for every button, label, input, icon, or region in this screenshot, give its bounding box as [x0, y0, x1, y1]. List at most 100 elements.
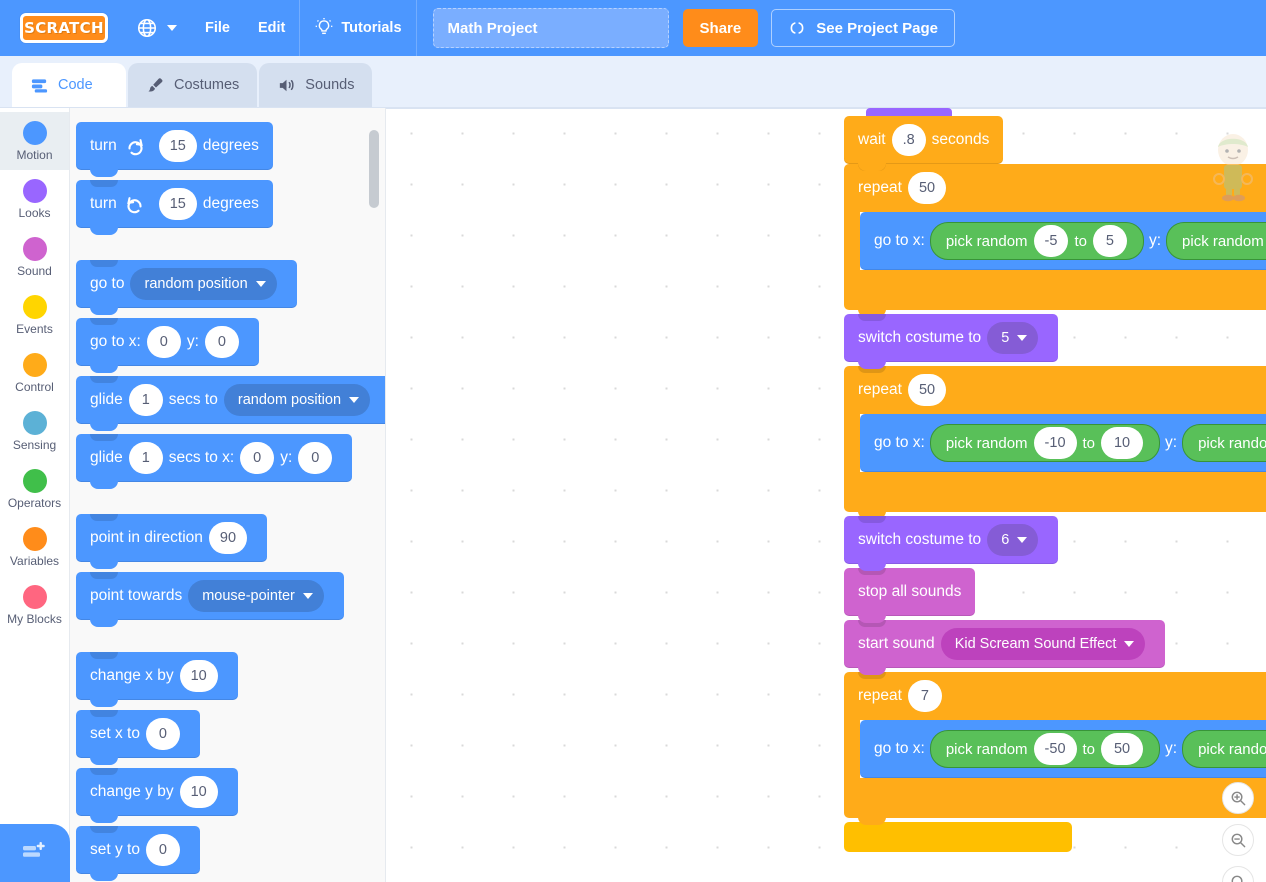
category-operators-label: Operators: [8, 496, 61, 510]
go-to-xy-y-input[interactable]: 0: [205, 326, 239, 358]
repeat-3-count-input[interactable]: 7: [908, 680, 942, 712]
reporter-pick-random-y-2[interactable]: pick random -10 to 10: [1182, 424, 1266, 462]
palette-block-turn-right[interactable]: turn 15 degrees: [76, 122, 385, 170]
palette-block-set-x[interactable]: set x to 0: [76, 710, 385, 758]
pick-random-x-3-from[interactable]: -50: [1034, 733, 1077, 765]
category-variables[interactable]: Variables: [0, 518, 69, 576]
palette-block-go-to[interactable]: go to random position: [76, 260, 385, 308]
pick-random-x-2-from[interactable]: -10: [1034, 427, 1077, 459]
menu-item-file[interactable]: File: [191, 0, 244, 56]
menu-group: File Edit Tutorials: [122, 0, 417, 56]
block-switch-costume-1[interactable]: switch costume to 5: [844, 314, 1058, 362]
block-repeat-2[interactable]: repeat 50 go to x: pick random -10 to 10: [844, 366, 1266, 512]
category-looks[interactable]: Looks: [0, 170, 69, 228]
block-start-sound[interactable]: start sound Kid Scream Sound Effect: [844, 620, 1165, 668]
category-my-blocks[interactable]: My Blocks: [0, 576, 69, 634]
palette-block-point-in-direction[interactable]: point in direction 90: [76, 514, 385, 562]
wait-label: wait: [858, 131, 886, 149]
go-to-xy-x-input[interactable]: 0: [147, 326, 181, 358]
glide-xy-y-input[interactable]: 0: [298, 442, 332, 474]
menu-item-tutorials[interactable]: Tutorials: [300, 0, 415, 56]
set-y-input[interactable]: 0: [146, 834, 180, 866]
reporter-pick-random-x-1[interactable]: pick random -5 to 5: [930, 222, 1144, 260]
reporter-pick-random-y-3[interactable]: pick random -50 to 50: [1182, 730, 1266, 768]
pick-random-x-2-to[interactable]: 10: [1101, 427, 1143, 459]
block-switch-costume-2[interactable]: switch costume to 6: [844, 516, 1058, 564]
pick-random-x-1-from[interactable]: -5: [1034, 225, 1069, 257]
add-extension-button[interactable]: [0, 824, 70, 882]
reporter-pick-random-x-3[interactable]: pick random -50 to 50: [930, 730, 1160, 768]
point-towards-target-dropdown[interactable]: mouse-pointer: [188, 580, 324, 612]
zoom-out-button[interactable]: [1222, 824, 1254, 856]
point-direction-input[interactable]: 90: [209, 522, 247, 554]
repeat-1-header[interactable]: repeat 50: [844, 164, 1266, 212]
tab-code-label: Code: [58, 77, 93, 93]
repeat-2-count-input[interactable]: 50: [908, 374, 946, 406]
pick-random-x-3-to[interactable]: 50: [1101, 733, 1143, 765]
palette-block-go-to-xy[interactable]: go to x: 0 y: 0: [76, 318, 385, 366]
block-go-to-xy-2[interactable]: go to x: pick random -10 to 10 y: pick r…: [860, 414, 1266, 472]
category-motion[interactable]: Motion: [0, 112, 69, 170]
block-wait[interactable]: wait .8 seconds: [844, 116, 1003, 164]
palette-block-glide-xy[interactable]: glide 1 secs to x: 0 y: 0: [76, 434, 385, 482]
repeat-1-count-input[interactable]: 50: [908, 172, 946, 204]
code-canvas[interactable]: wait .8 seconds repeat 50 go to x:: [386, 108, 1266, 882]
palette-block-change-x[interactable]: change x by 10: [76, 652, 385, 700]
glide-xy-secs-input[interactable]: 1: [129, 442, 163, 474]
zoom-reset-button[interactable]: [1222, 866, 1254, 882]
menu-item-file-label: File: [205, 20, 230, 36]
block-go-to-xy-1[interactable]: go to x: pick random -5 to 5 y: pick ran…: [860, 212, 1266, 270]
tab-costumes[interactable]: Costumes: [128, 63, 257, 107]
reporter-pick-random-y-1[interactable]: pick random -5 to 5: [1166, 222, 1266, 260]
set-x-input[interactable]: 0: [146, 718, 180, 750]
tab-code[interactable]: Code: [12, 63, 126, 107]
set-y-label: set y to: [90, 841, 140, 859]
zoom-in-button[interactable]: [1222, 782, 1254, 814]
see-project-page-button[interactable]: See Project Page: [771, 9, 955, 47]
block-go-to-xy-3[interactable]: go to x: pick random -50 to 50 y: pick r…: [860, 720, 1266, 778]
palette-scrollbar[interactable]: [369, 130, 379, 208]
turn-left-label: turn: [90, 195, 117, 213]
block-palette[interactable]: turn 15 degrees turn 15 degrees: [70, 108, 386, 882]
glide-to-secs-input[interactable]: 1: [129, 384, 163, 416]
palette-block-point-towards[interactable]: point towards mouse-pointer: [76, 572, 385, 620]
change-y-input[interactable]: 10: [180, 776, 218, 808]
pick-random-x-1-to[interactable]: 5: [1093, 225, 1127, 257]
repeat-3-header[interactable]: repeat 7: [844, 672, 1266, 720]
turn-left-degrees-input[interactable]: 15: [159, 188, 197, 220]
project-page-icon: [788, 19, 806, 37]
glide-to-target-dropdown[interactable]: random position: [224, 384, 370, 416]
change-x-input[interactable]: 10: [180, 660, 218, 692]
palette-block-change-y[interactable]: change y by 10: [76, 768, 385, 816]
switch-costume-1-dropdown[interactable]: 5: [987, 322, 1038, 354]
category-events[interactable]: Events: [0, 286, 69, 344]
palette-block-glide-to[interactable]: glide 1 secs to random position: [76, 376, 385, 424]
category-sound[interactable]: Sound: [0, 228, 69, 286]
wait-seconds-input[interactable]: .8: [892, 124, 926, 156]
share-button[interactable]: Share: [683, 9, 759, 47]
category-sensing[interactable]: Sensing: [0, 402, 69, 460]
turn-right-degrees-input[interactable]: 15: [159, 130, 197, 162]
language-menu[interactable]: [122, 0, 191, 56]
script-stack[interactable]: wait .8 seconds repeat 50 go to x:: [844, 108, 1266, 852]
reporter-pick-random-x-2[interactable]: pick random -10 to 10: [930, 424, 1160, 462]
block-repeat-3[interactable]: repeat 7 go to x: pick random -50 to 50: [844, 672, 1266, 818]
repeat-3-footer: ↷: [844, 778, 1266, 818]
palette-block-set-y[interactable]: set y to 0: [76, 826, 385, 874]
menu-item-edit[interactable]: Edit: [244, 0, 299, 56]
block-repeat-1[interactable]: repeat 50 go to x: pick random -5 to 5: [844, 164, 1266, 310]
category-operators[interactable]: Operators: [0, 460, 69, 518]
tab-sounds[interactable]: Sounds: [259, 63, 372, 107]
palette-block-turn-left[interactable]: turn 15 degrees: [76, 180, 385, 228]
project-title-input[interactable]: Math Project: [433, 8, 669, 48]
go-to-target-dropdown[interactable]: random position: [130, 268, 276, 300]
start-sound-dropdown[interactable]: Kid Scream Sound Effect: [941, 628, 1146, 660]
repeat-1-arm: [844, 212, 860, 270]
change-y-label: change y by: [90, 783, 174, 801]
scratch-logo[interactable]: SCRATCH: [20, 13, 108, 43]
category-control[interactable]: Control: [0, 344, 69, 402]
block-stop-all-sounds[interactable]: stop all sounds: [844, 568, 975, 616]
switch-costume-2-dropdown[interactable]: 6: [987, 524, 1038, 556]
glide-xy-x-input[interactable]: 0: [240, 442, 274, 474]
repeat-2-header[interactable]: repeat 50: [844, 366, 1266, 414]
